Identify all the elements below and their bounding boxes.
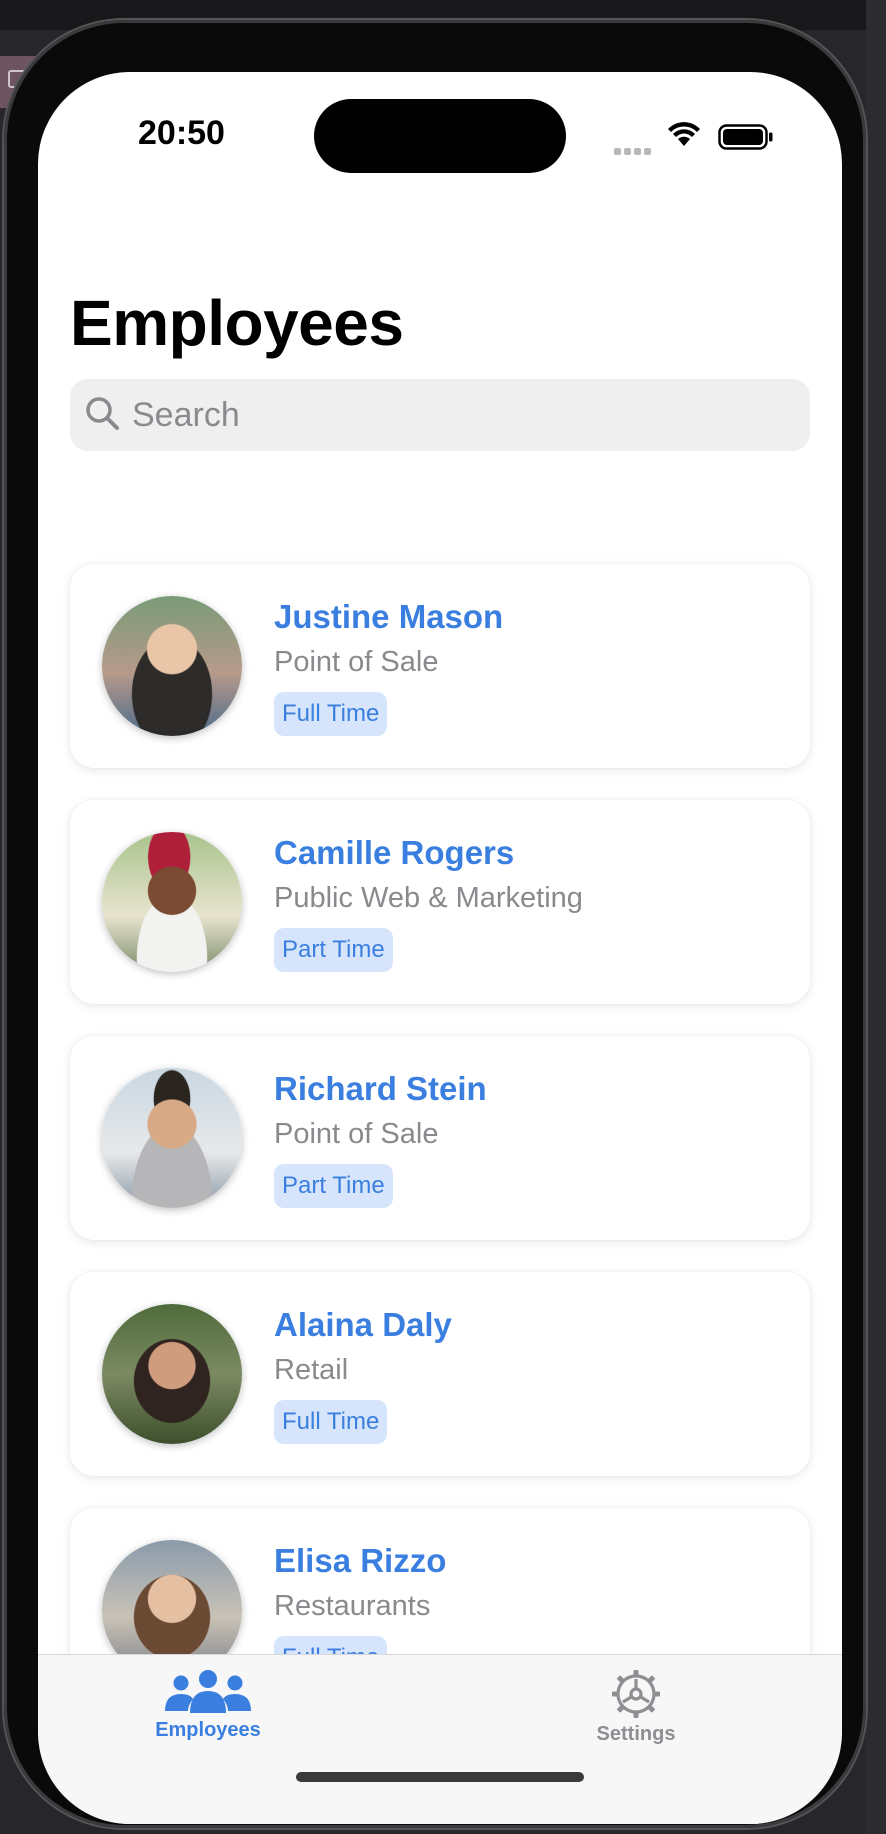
employee-avatar [102, 832, 242, 972]
employee-department: Restaurants [274, 1590, 431, 1622]
people-icon [165, 1670, 251, 1713]
employee-card[interactable]: Camille Rogers Public Web & Marketing Pa… [70, 800, 810, 1004]
employment-badge: Full Time [274, 692, 388, 736]
employee-department: Retail [274, 1354, 349, 1386]
phone-screen: 20:50 Employees Justine Mason [38, 72, 842, 1824]
host-window-edge [866, 0, 886, 1834]
tab-label: Settings [596, 1723, 676, 1745]
search-input[interactable] [132, 379, 792, 451]
tab-employees[interactable]: Employees [128, 1669, 288, 1759]
search-bar[interactable] [70, 379, 810, 451]
tab-label: Employees [155, 1719, 261, 1741]
employee-card[interactable]: Justine Mason Point of Sale Full Time [70, 564, 810, 768]
phone-frame: 20:50 Employees Justine Mason [4, 20, 866, 1828]
employee-name: Elisa Rizzo [274, 1542, 447, 1579]
employee-avatar [102, 1304, 242, 1444]
employee-name: Richard Stein [274, 1070, 487, 1107]
employee-avatar [102, 596, 242, 736]
employment-badge: Part Time [274, 1164, 393, 1208]
page-title: Employees [70, 287, 404, 359]
employee-card[interactable]: Richard Stein Point of Sale Part Time [70, 1036, 810, 1240]
employee-department: Public Web & Marketing [274, 882, 583, 914]
dynamic-island [314, 99, 566, 173]
employee-name: Camille Rogers [274, 834, 515, 871]
gear-icon [612, 1670, 660, 1718]
cellular-signal-icon [614, 142, 656, 155]
employment-badge: Part Time [274, 928, 393, 972]
employee-name: Justine Mason [274, 598, 504, 635]
status-time: 20:50 [138, 114, 225, 152]
employment-badge: Full Time [274, 1400, 388, 1444]
employee-card[interactable]: Alaina Daly Retail Full Time [70, 1272, 810, 1476]
employee-department: Point of Sale [274, 1118, 439, 1150]
tab-bar: Employees Settings [38, 1654, 842, 1824]
employee-department: Point of Sale [274, 646, 439, 678]
battery-icon [718, 124, 773, 150]
employee-name: Alaina Daly [274, 1306, 452, 1343]
home-indicator[interactable] [296, 1772, 584, 1782]
search-icon [86, 397, 119, 430]
tab-settings[interactable]: Settings [556, 1669, 716, 1759]
wifi-icon [668, 122, 700, 146]
employee-avatar [102, 1068, 242, 1208]
